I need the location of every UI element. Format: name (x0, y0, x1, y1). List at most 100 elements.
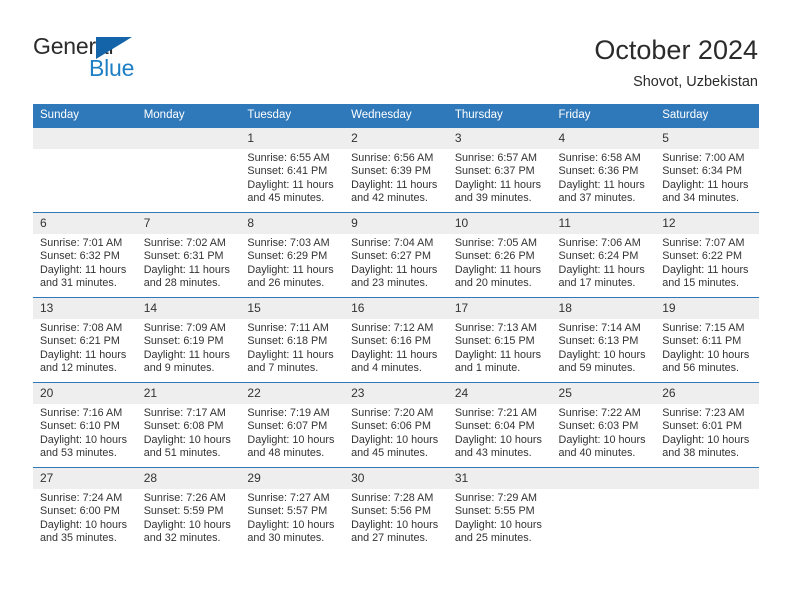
calendar-day-cell[interactable]: 24 Sunrise: 7:21 AM Sunset: 6:04 PM Dayligh… (447, 382, 552, 468)
day-details: Sunrise: 7:17 AM Sunset: 6:08 PM Daylight:… (137, 404, 241, 461)
calendar-day-cell[interactable]: 28 Sunrise: 7:26 AM Sunset: 5:59 PM Dayligh… (136, 467, 241, 552)
calendar-day-cell[interactable]: 7 Sunrise: 7:02 AM Sunset: 6:31 PM Daylight… (136, 212, 241, 298)
sunrise-text: Sunrise: 7:08 AM (40, 322, 123, 334)
day-details: Sunrise: 7:11 AM Sunset: 6:18 PM Daylight:… (240, 319, 344, 376)
daylight-text: Daylight: 10 hours and 32 minutes. (143, 518, 231, 545)
day-details: Sunrise: 7:19 AM Sunset: 6:07 PM Daylight:… (240, 404, 344, 461)
day-number: 17 (447, 298, 552, 319)
day-number: 30 (344, 468, 448, 489)
sunset-text: Sunset: 6:39 PM (351, 165, 431, 178)
day-details: Sunrise: 7:02 AM Sunset: 6:31 PM Daylight:… (137, 234, 241, 291)
day-details: Sunrise: 7:20 AM Sunset: 6:06 PM Daylight:… (344, 404, 448, 461)
sunrise-text: Sunrise: 7:27 AM (247, 492, 330, 504)
page-title: October 2024 (594, 35, 758, 65)
daylight-text: Daylight: 11 hours and 12 minutes. (40, 348, 127, 375)
sunrise-text: Sunrise: 7:19 AM (247, 407, 330, 419)
calendar-day-cell[interactable]: 5 Sunrise: 7:00 AM Sunset: 6:34 PM Daylight… (655, 127, 759, 213)
weekday-header-monday: Monday (136, 104, 241, 128)
calendar-week-row: 6 Sunrise: 7:01 AM Sunset: 6:32 PM Daylight… (33, 212, 759, 298)
calendar-day-cell[interactable]: 30 Sunrise: 7:28 AM Sunset: 5:56 PM Dayligh… (344, 467, 448, 552)
sunset-text: Sunset: 6:21 PM (40, 335, 120, 348)
calendar-day-cell[interactable]: 25 Sunrise: 7:22 AM Sunset: 6:03 PM Dayligh… (551, 382, 656, 468)
sunset-text: Sunset: 6:07 PM (247, 420, 328, 433)
calendar-day-cell[interactable]: 13 Sunrise: 7:08 AM Sunset: 6:21 PM Dayligh… (33, 297, 137, 383)
day-details: Sunrise: 7:04 AM Sunset: 6:27 PM Daylight:… (344, 234, 448, 291)
day-details: Sunrise: 7:14 AM Sunset: 6:13 PM Daylight:… (552, 319, 656, 376)
day-number: 12 (655, 213, 759, 234)
calendar-day-cell[interactable]: 14 Sunrise: 7:09 AM Sunset: 6:19 PM Dayligh… (136, 297, 241, 383)
calendar-day-cell[interactable]: 31 Sunrise: 7:29 AM Sunset: 5:55 PM Dayligh… (447, 467, 552, 552)
calendar-week-row: 13 Sunrise: 7:08 AM Sunset: 6:21 PM Dayligh… (33, 297, 759, 383)
daylight-text: Daylight: 11 hours and 4 minutes. (351, 348, 438, 375)
sunrise-text: Sunrise: 7:15 AM (662, 322, 745, 334)
day-number: 19 (655, 298, 759, 319)
calendar-day-cell[interactable]: 15 Sunrise: 7:11 AM Sunset: 6:18 PM Dayligh… (240, 297, 345, 383)
sunset-text: Sunset: 5:55 PM (454, 505, 535, 518)
calendar-day-cell[interactable]: 27 Sunrise: 7:24 AM Sunset: 6:00 PM Dayligh… (33, 467, 137, 552)
day-number: 21 (136, 383, 241, 404)
weekday-header-saturday: Saturday (655, 104, 759, 128)
sunrise-text: Sunrise: 7:29 AM (454, 492, 538, 504)
calendar-day-cell[interactable]: 2 Sunrise: 6:56 AM Sunset: 6:39 PM Daylight… (344, 127, 448, 213)
day-number: 24 (447, 383, 552, 404)
day-details: Sunrise: 7:13 AM Sunset: 6:15 PM Daylight:… (448, 319, 552, 376)
calendar-day-cell[interactable]: 23 Sunrise: 7:20 AM Sunset: 6:06 PM Dayligh… (344, 382, 448, 468)
calendar-day-cell[interactable]: 18 Sunrise: 7:14 AM Sunset: 6:13 PM Dayligh… (551, 297, 656, 383)
day-number: 29 (240, 468, 345, 489)
sunrise-text: Sunrise: 7:01 AM (40, 237, 123, 249)
calendar-day-cell[interactable]: 9 Sunrise: 7:04 AM Sunset: 6:27 PM Daylight… (344, 212, 448, 298)
calendar-day-cell[interactable]: 17 Sunrise: 7:13 AM Sunset: 6:15 PM Dayligh… (447, 297, 552, 383)
weekday-header-wednesday: Wednesday (344, 104, 448, 128)
day-number: 31 (447, 468, 552, 489)
calendar-day-cell[interactable]: 16 Sunrise: 7:12 AM Sunset: 6:16 PM Dayligh… (344, 297, 448, 383)
daylight-text: Daylight: 10 hours and 25 minutes. (454, 518, 542, 545)
calendar-day-cell[interactable]: 10 Sunrise: 7:05 AM Sunset: 6:26 PM Dayligh… (447, 212, 552, 298)
sunset-text: Sunset: 6:08 PM (143, 420, 224, 433)
day-details: Sunrise: 7:01 AM Sunset: 6:32 PM Daylight:… (33, 234, 137, 291)
sunset-text: Sunset: 6:29 PM (247, 250, 328, 263)
calendar-day-cell[interactable]: 4 Sunrise: 6:58 AM Sunset: 6:36 PM Daylight… (551, 127, 656, 213)
day-details: Sunrise: 7:26 AM Sunset: 5:59 PM Daylight:… (137, 489, 241, 546)
sunrise-text: Sunrise: 7:14 AM (558, 322, 641, 334)
calendar-day-cell[interactable]: 6 Sunrise: 7:01 AM Sunset: 6:32 PM Daylight… (33, 212, 137, 298)
day-details: Sunrise: 7:27 AM Sunset: 5:57 PM Daylight:… (240, 489, 344, 546)
day-details: Sunrise: 7:23 AM Sunset: 6:01 PM Daylight:… (655, 404, 759, 461)
day-details: Sunrise: 7:05 AM Sunset: 6:26 PM Daylight:… (448, 234, 552, 291)
calendar-day-cell[interactable]: 1 Sunrise: 6:55 AM Sunset: 6:41 PM Daylight… (240, 127, 345, 213)
sunrise-text: Sunrise: 7:23 AM (662, 407, 745, 419)
day-details: Sunrise: 7:28 AM Sunset: 5:56 PM Daylight:… (344, 489, 448, 546)
calendar-day-cell[interactable]: 11 Sunrise: 7:06 AM Sunset: 6:24 PM Dayligh… (551, 212, 656, 298)
day-details: Sunrise: 7:24 AM Sunset: 6:00 PM Daylight:… (33, 489, 137, 546)
day-number: 13 (33, 298, 137, 319)
calendar-day-cell[interactable]: 29 Sunrise: 7:27 AM Sunset: 5:57 PM Dayligh… (240, 467, 345, 552)
daylight-text: Daylight: 10 hours and 45 minutes. (351, 433, 439, 460)
calendar-day-cell[interactable]: 20 Sunrise: 7:16 AM Sunset: 6:10 PM Dayligh… (33, 382, 137, 468)
sunrise-text: Sunrise: 7:03 AM (247, 237, 330, 249)
day-number: 23 (344, 383, 448, 404)
calendar-day-cell[interactable]: 26 Sunrise: 7:23 AM Sunset: 6:01 PM Dayligh… (655, 382, 759, 468)
logo[interactable]: General Blue (33, 33, 213, 85)
sunrise-text: Sunrise: 7:24 AM (40, 492, 123, 504)
sunrise-text: Sunrise: 7:07 AM (662, 237, 745, 249)
day-number: 27 (33, 468, 137, 489)
day-number: 14 (136, 298, 241, 319)
sunrise-text: Sunrise: 7:13 AM (454, 322, 538, 334)
weekday-header-thursday: Thursday (447, 104, 552, 128)
sunrise-text: Sunrise: 7:02 AM (143, 237, 226, 249)
sunrise-text: Sunrise: 7:05 AM (454, 237, 538, 249)
day-details: Sunrise: 6:56 AM Sunset: 6:39 PM Daylight:… (344, 149, 448, 206)
day-details: Sunrise: 7:03 AM Sunset: 6:29 PM Daylight:… (240, 234, 344, 291)
sunrise-text: Sunrise: 7:28 AM (351, 492, 434, 504)
calendar-day-cell[interactable]: 21 Sunrise: 7:17 AM Sunset: 6:08 PM Dayligh… (136, 382, 241, 468)
calendar-day-cell[interactable]: 3 Sunrise: 6:57 AM Sunset: 6:37 PM Daylight… (447, 127, 552, 213)
day-number (136, 128, 241, 149)
calendar-day-cell[interactable]: 19 Sunrise: 7:15 AM Sunset: 6:11 PM Dayligh… (655, 297, 759, 383)
sunset-text: Sunset: 6:19 PM (143, 335, 224, 348)
daylight-text: Daylight: 11 hours and 20 minutes. (454, 263, 542, 290)
calendar-day-cell[interactable]: 8 Sunrise: 7:03 AM Sunset: 6:29 PM Daylight… (240, 212, 345, 298)
calendar-day-cell[interactable]: 12 Sunrise: 7:07 AM Sunset: 6:22 PM Dayligh… (655, 212, 759, 298)
logo-text-blue: Blue (89, 55, 135, 81)
sunset-text: Sunset: 6:24 PM (558, 250, 639, 263)
calendar-header-row: Sunday Monday Tuesday Wednesday Thursday Frid… (33, 104, 759, 128)
calendar-day-cell[interactable]: 22 Sunrise: 7:19 AM Sunset: 6:07 PM Dayligh… (240, 382, 345, 468)
